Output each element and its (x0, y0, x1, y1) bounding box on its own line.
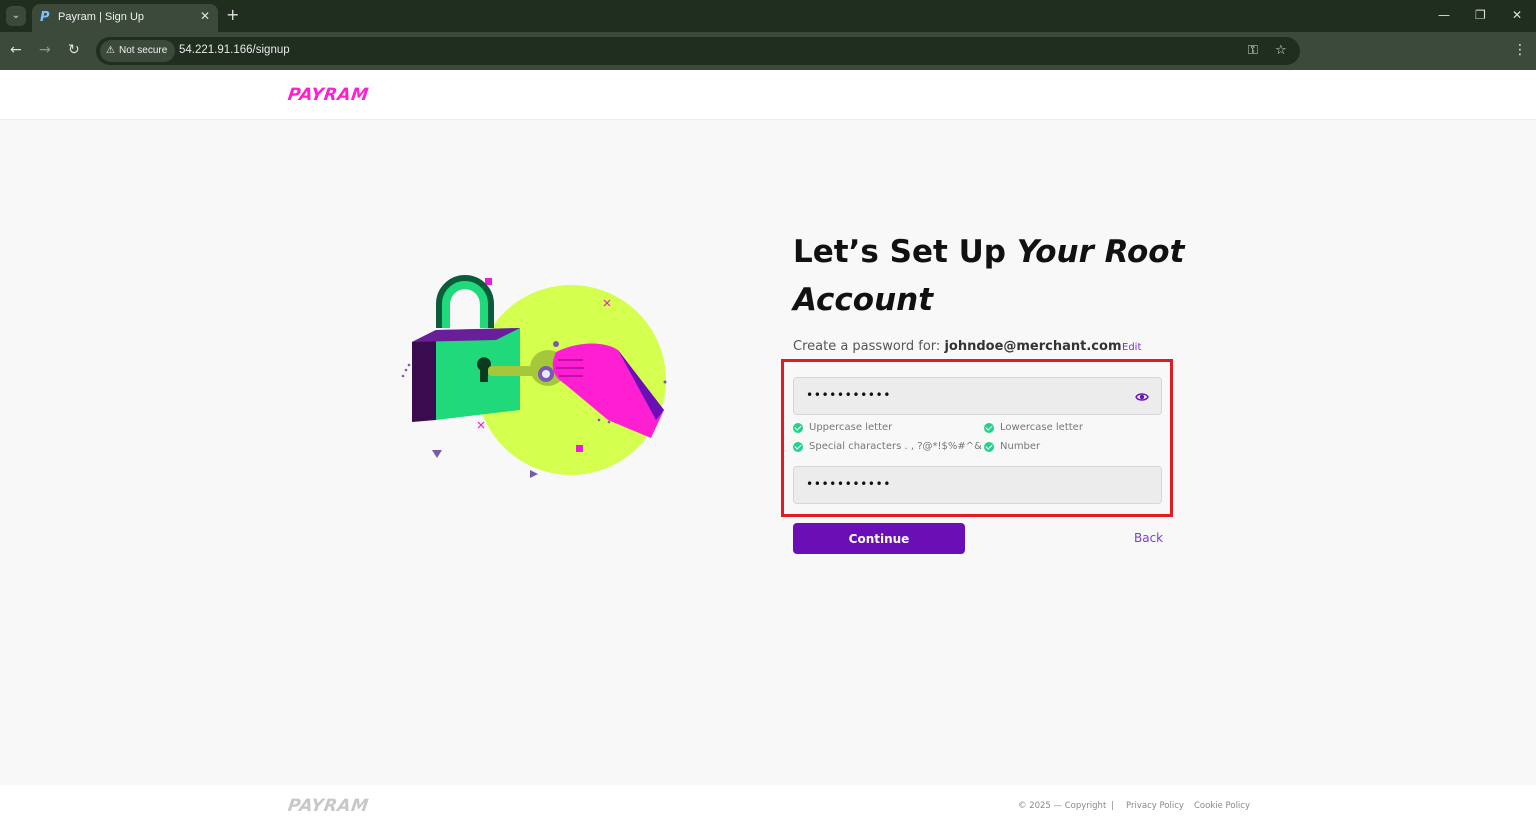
password-key-icon[interactable]: ⚿ (1248, 43, 1258, 58)
requirement-uppercase: Uppercase letter (793, 422, 892, 433)
bookmark-star-icon[interactable]: ☆ (1275, 43, 1287, 58)
create-prefix: Create a password for: (793, 339, 945, 354)
address-bar[interactable]: ⚠ Not secure 54.221.91.166/signup ⚿ ☆ (96, 37, 1300, 65)
account-email: johndoe@merchant.com (944, 339, 1122, 354)
browser-tab[interactable]: P Payram | Sign Up ✕ (32, 4, 218, 32)
minimize-icon[interactable]: — (1438, 8, 1450, 22)
confirm-password-value: ••••••••••• (806, 477, 891, 491)
security-indicator[interactable]: ⚠ Not secure (100, 40, 176, 62)
password-value: ••••••••••• (806, 388, 891, 402)
site-footer: PAYRAM © 2025 — Copyright | Privacy Poli… (0, 785, 1536, 825)
show-password-eye-icon[interactable] (1135, 390, 1149, 404)
continue-button[interactable]: Continue (793, 523, 965, 554)
site-header: PAYRAM (0, 70, 1536, 120)
password-field[interactable]: ••••••••••• (793, 377, 1162, 415)
copyright-text: © 2025 — Copyright (1018, 801, 1107, 811)
tab-title: Payram | Sign Up (58, 11, 145, 23)
browser-toolbar: ← → ↻ ⚠ Not secure 54.221.91.166/signup … (0, 32, 1536, 70)
cookie-policy-link[interactable]: Cookie Policy (1194, 801, 1250, 811)
create-password-text: Create a password for: johndoe@merchant.… (793, 339, 1122, 354)
url-text[interactable]: 54.221.91.166/signup (179, 44, 290, 56)
requirement-lowercase: Lowercase letter (984, 422, 1083, 433)
warning-triangle-icon: ⚠ (106, 45, 115, 56)
footer-logo: PAYRAM (286, 796, 370, 816)
reload-icon[interactable]: ↻ (68, 42, 80, 58)
page-title: Let’s Set Up Your Root Account (793, 228, 1193, 324)
close-icon[interactable]: ✕ (1512, 8, 1522, 22)
requirement-number: Number (984, 441, 1040, 452)
requirement-label: Special characters . , ?@*!$%#^& (809, 441, 982, 452)
lock-and-key-illustration (401, 275, 667, 478)
confirm-password-field[interactable]: ••••••••••• (793, 466, 1162, 504)
browser-tab-bar: ⌄ P Payram | Sign Up ✕ + — ❐ ✕ (0, 0, 1536, 32)
check-circle-icon (984, 422, 994, 433)
payram-favicon-icon: P (40, 10, 50, 25)
kebab-menu-icon[interactable]: ⋮ (1513, 42, 1527, 58)
forward-arrow-icon[interactable]: → (39, 42, 51, 58)
requirement-special: Special characters . , ?@*!$%#^& (793, 441, 982, 452)
check-circle-icon (793, 441, 803, 452)
requirement-label: Uppercase letter (809, 422, 893, 433)
edit-email-link[interactable]: Edit (1122, 342, 1141, 353)
requirement-label: Number (1000, 441, 1041, 452)
check-circle-icon (984, 441, 994, 452)
back-arrow-icon[interactable]: ← (10, 42, 22, 58)
headline-regular: Let’s Set Up (793, 234, 1017, 270)
requirement-label: Lowercase letter (1000, 422, 1083, 433)
tab-search-icon[interactable]: ⌄ (6, 6, 26, 26)
footer-separator: | (1111, 801, 1114, 811)
new-tab-icon[interactable]: + (226, 6, 239, 24)
payram-logo[interactable]: PAYRAM (287, 85, 370, 105)
close-tab-icon[interactable]: ✕ (200, 9, 210, 23)
back-link[interactable]: Back (1134, 531, 1163, 545)
privacy-policy-link[interactable]: Privacy Policy (1126, 801, 1184, 811)
check-circle-icon (793, 422, 803, 433)
security-label: Not secure (118, 45, 168, 56)
restore-icon[interactable]: ❐ (1475, 8, 1486, 22)
